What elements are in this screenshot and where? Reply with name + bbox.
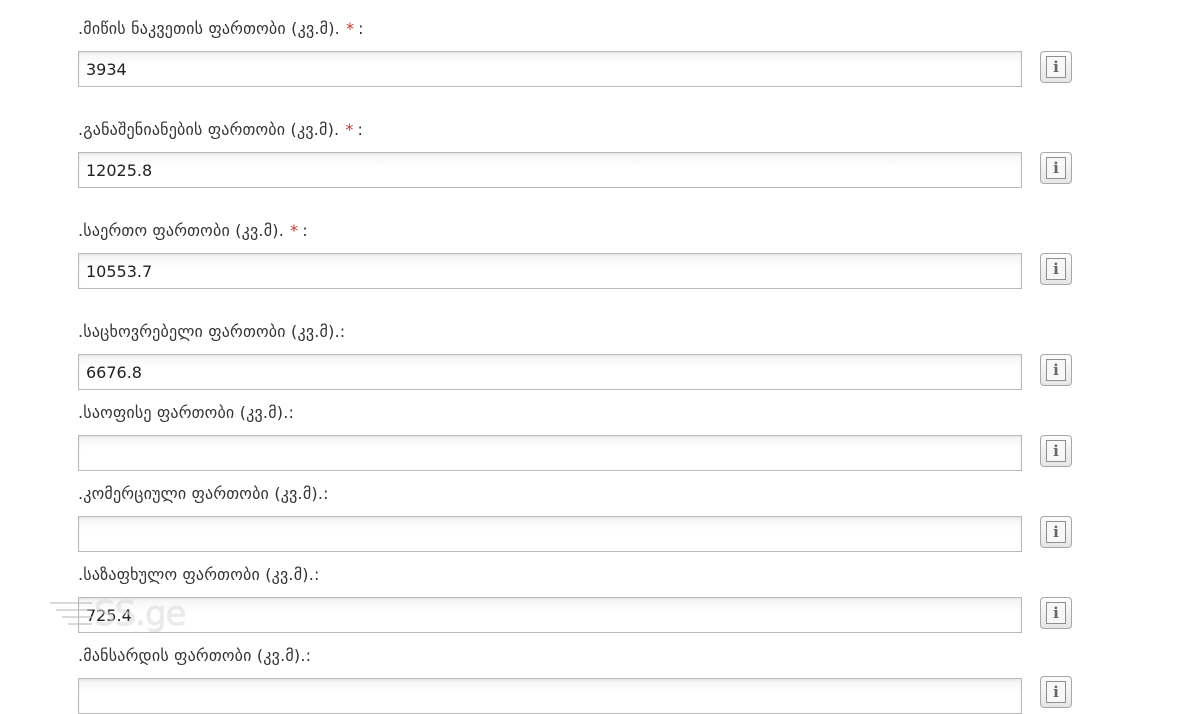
field-label: .საცხოვრებელი ფართობი (კვ.მ).: — [78, 322, 346, 341]
required-marker: * — [345, 120, 354, 139]
field-label: .საზაფხულო ფართობი (კვ.მ).: — [78, 565, 320, 584]
total-area-input[interactable] — [78, 253, 1022, 289]
info-button[interactable]: i — [1040, 253, 1072, 285]
field-label: .საერთო ფართობი (კვ.მ). *: — [78, 221, 308, 240]
office-area-input[interactable] — [78, 435, 1022, 471]
field-label: .მიწის ნაკვეთის ფართობი (კვ.მ). *: — [78, 19, 364, 38]
info-icon: i — [1046, 440, 1066, 462]
info-button[interactable]: i — [1040, 435, 1072, 467]
living-area-input[interactable] — [78, 354, 1022, 390]
building-area-input[interactable] — [78, 152, 1022, 188]
field-label: .კომერციული ფართობი (კვ.მ).: — [78, 484, 329, 503]
summer-area-input[interactable] — [78, 597, 1022, 633]
field-label: .საოფისე ფართობი (კვ.მ).: — [78, 403, 295, 422]
commercial-area-input[interactable] — [78, 516, 1022, 552]
info-button[interactable]: i — [1040, 152, 1072, 184]
info-icon: i — [1046, 258, 1066, 280]
info-button[interactable]: i — [1040, 597, 1072, 629]
info-button[interactable]: i — [1040, 354, 1072, 386]
info-icon: i — [1046, 56, 1066, 78]
required-marker: * — [290, 221, 299, 240]
field-label: .განაშენიანების ფართობი (კვ.მ). *: — [78, 120, 364, 139]
info-icon: i — [1046, 359, 1066, 381]
info-icon: i — [1046, 681, 1066, 703]
attic-area-input[interactable] — [78, 678, 1022, 714]
info-icon: i — [1046, 521, 1066, 543]
info-icon: i — [1046, 602, 1066, 624]
info-button[interactable]: i — [1040, 51, 1072, 83]
info-icon: i — [1046, 157, 1066, 179]
field-label: .მანსარდის ფართობი (კვ.მ).: — [78, 646, 312, 665]
info-button[interactable]: i — [1040, 676, 1072, 708]
land-plot-area-input[interactable] — [78, 51, 1022, 87]
info-button[interactable]: i — [1040, 516, 1072, 548]
required-marker: * — [345, 19, 355, 38]
